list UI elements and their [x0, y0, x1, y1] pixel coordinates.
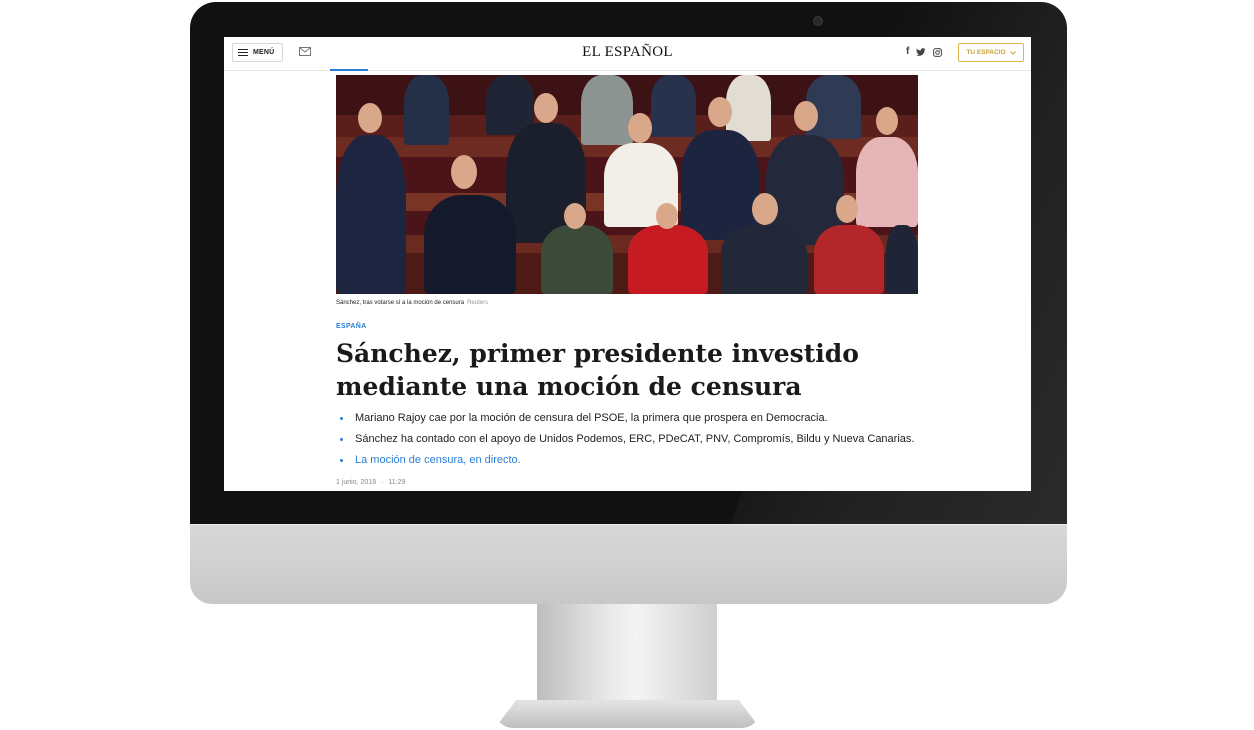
social-links: f [906, 46, 943, 58]
monitor-stand-neck [537, 604, 717, 704]
summary-item: Mariano Rajoy cae por la moción de censu… [336, 412, 926, 425]
article-dateline: 1 junio, 2018 · 11:29 [336, 479, 405, 486]
date-separator: · [381, 479, 384, 486]
account-button-label: TU ESPACIO [966, 49, 1006, 56]
site-header: MENÚ EL ESPAÑOL f TU ESPACIO [224, 37, 1031, 71]
section-link[interactable]: ESPAÑA [336, 323, 366, 330]
photo-caption-text: Sánchez, tras votarse sí a la moción de … [336, 300, 465, 306]
live-coverage-link[interactable]: La moción de censura, en directo. [336, 454, 926, 467]
chevron-down-icon [1009, 50, 1016, 55]
facebook-icon[interactable]: f [906, 46, 909, 58]
monitor-stand-foot [495, 700, 760, 728]
photo-caption: Sánchez, tras votarse sí a la moción de … [336, 300, 488, 306]
instagram-icon[interactable] [933, 47, 943, 57]
photo-credit: Reuters [467, 300, 489, 306]
monitor-chin [190, 524, 1067, 604]
account-button[interactable]: TU ESPACIO [958, 43, 1024, 62]
camera-icon [813, 16, 823, 26]
article-headline: Sánchez, primer presidente investido med… [336, 339, 859, 401]
browser-screen: MENÚ EL ESPAÑOL f TU ESPACIO Sánchez, tr… [224, 37, 1031, 491]
twitter-icon[interactable] [916, 47, 926, 57]
article-time: 11:29 [388, 479, 406, 486]
article-summary-list: Mariano Rajoy cae por la moción de censu… [336, 412, 926, 475]
summary-item: Sánchez ha contado con el apoyo de Unido… [336, 433, 926, 446]
reading-progress-indicator [330, 69, 368, 71]
article-date: 1 junio, 2018 [336, 479, 377, 486]
hero-photo[interactable] [336, 75, 918, 294]
